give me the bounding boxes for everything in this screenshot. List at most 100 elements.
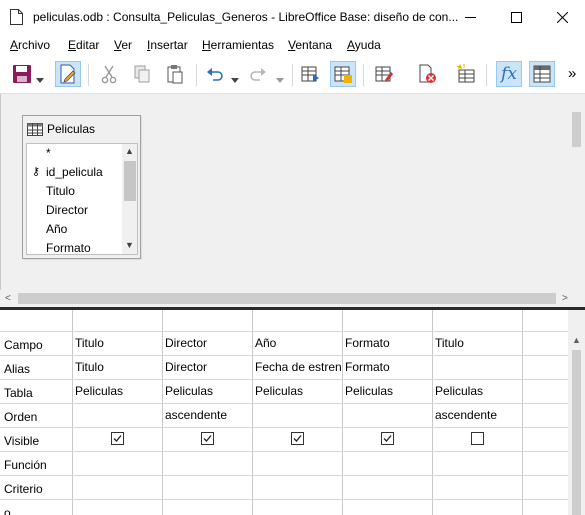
menu-archivo[interactable]: Archivo — [10, 38, 50, 52]
scrollbar-thumb[interactable] — [572, 350, 581, 515]
field-item[interactable]: Titulo — [27, 182, 122, 201]
add-table-button[interactable] — [371, 61, 397, 87]
redo-button[interactable] — [245, 61, 271, 87]
cut-button[interactable] — [96, 61, 122, 87]
cell-tabla[interactable]: Peliculas — [165, 384, 251, 398]
scrollbar-thumb[interactable] — [572, 112, 581, 147]
column-divider[interactable] — [432, 310, 433, 515]
edit-design-icon — [60, 64, 76, 84]
new-table-button[interactable] — [453, 61, 479, 87]
visible-checkbox[interactable] — [381, 432, 394, 445]
save-dropdown-arrow[interactable] — [36, 73, 44, 83]
chevron-down-icon — [36, 78, 44, 83]
table-names-icon — [533, 65, 551, 83]
menu-ayuda[interactable]: Ayuda — [347, 38, 381, 52]
cell-tabla[interactable]: Peliculas — [255, 384, 341, 398]
clear-query-button[interactable] — [330, 61, 356, 87]
functions-icon: fx — [501, 64, 517, 84]
menu-ventana[interactable]: Ventana — [288, 38, 332, 52]
toolbar-overflow-button[interactable]: » — [568, 65, 576, 82]
cell-orden[interactable]: ascendente — [435, 408, 521, 422]
undo-dropdown-arrow[interactable] — [231, 73, 239, 83]
cut-icon — [101, 65, 117, 84]
field-item[interactable]: Director — [27, 201, 122, 220]
design-area-vertical-scrollbar[interactable] — [568, 94, 585, 290]
field-item[interactable]: Año — [27, 220, 122, 239]
cell-alias[interactable]: Titulo — [75, 360, 161, 374]
scrollbar-thumb[interactable] — [124, 161, 136, 201]
visible-checkbox[interactable] — [111, 432, 124, 445]
visible-checkbox[interactable] — [291, 432, 304, 445]
undo-icon — [207, 68, 223, 81]
row-label-orden: Orden — [4, 410, 38, 424]
run-query-button[interactable] — [297, 61, 323, 87]
column-divider[interactable] — [252, 310, 253, 515]
menu-herramientas-label: erramientas — [210, 38, 275, 52]
cell-tabla[interactable]: Peliculas — [435, 384, 521, 398]
menu-insertar[interactable]: Insertar — [147, 38, 188, 52]
scrollbar-thumb[interactable] — [18, 293, 556, 304]
row-label-campo: Campo — [4, 338, 43, 352]
table-field-list[interactable]: * ⚷ id_pelicula Titulo Director Año Forma… — [26, 143, 138, 255]
toolbar-separator — [196, 64, 197, 86]
undo-button[interactable] — [202, 61, 228, 87]
redo-dropdown-arrow[interactable] — [276, 73, 284, 83]
field-item[interactable]: Formato — [27, 239, 122, 255]
run-query-icon — [301, 66, 319, 82]
paste-icon — [167, 65, 183, 84]
visible-checkbox[interactable] — [201, 432, 214, 445]
design-area-horizontal-scrollbar[interactable]: < > — [0, 290, 585, 307]
cell-alias[interactable]: Fecha de estreno — [255, 360, 341, 374]
maximize-button[interactable] — [493, 0, 539, 34]
edit-design-button[interactable] — [55, 61, 81, 87]
copy-button[interactable] — [129, 61, 155, 87]
title-bar: peliculas.odb : Consulta_Peliculas_Gener… — [0, 0, 585, 34]
cell-alias[interactable]: Formato — [345, 360, 431, 374]
column-divider[interactable] — [72, 310, 73, 515]
row-divider — [0, 403, 568, 404]
table-names-button[interactable] — [529, 61, 555, 87]
cell-orden[interactable]: ascendente — [165, 408, 251, 422]
column-divider[interactable] — [342, 310, 343, 515]
scroll-left-arrow[interactable]: < — [5, 293, 11, 304]
cell-campo[interactable]: Titulo — [435, 336, 521, 350]
functions-button[interactable]: fx — [496, 61, 522, 87]
cell-campo[interactable]: Año — [255, 336, 341, 350]
save-button[interactable] — [9, 61, 35, 87]
field-list-scrollbar[interactable]: ▲ ▼ — [122, 144, 137, 254]
scroll-up-arrow[interactable]: ▲ — [125, 146, 134, 156]
column-divider[interactable] — [522, 310, 523, 515]
delete-icon — [419, 64, 436, 83]
scroll-down-arrow[interactable]: ▼ — [125, 240, 134, 250]
menu-ver[interactable]: Ver — [114, 38, 132, 52]
cell-tabla[interactable]: Peliculas — [345, 384, 431, 398]
close-button[interactable] — [539, 0, 585, 34]
menu-editar[interactable]: Editar — [68, 38, 99, 52]
menu-herramientas[interactable]: Herramientas — [202, 38, 274, 52]
visible-checkbox[interactable] — [471, 432, 484, 445]
field-item[interactable]: ⚷ id_pelicula — [27, 163, 122, 182]
cell-tabla[interactable]: Peliculas — [75, 384, 161, 398]
row-label-alias: Alias — [4, 362, 31, 376]
cell-campo[interactable]: Titulo — [75, 336, 161, 350]
field-label: Formato — [46, 241, 91, 255]
grid-vertical-scrollbar[interactable]: ▲ — [568, 310, 585, 515]
scroll-up-arrow[interactable]: ▲ — [572, 335, 581, 345]
minimize-button[interactable] — [447, 0, 493, 34]
delete-button[interactable] — [414, 61, 440, 87]
paste-button[interactable] — [162, 61, 188, 87]
row-divider — [0, 379, 568, 380]
field-item[interactable]: * — [27, 144, 122, 163]
cell-alias[interactable]: Director — [165, 360, 251, 374]
menu-herramientas-accel: H — [202, 38, 211, 52]
cell-campo[interactable]: Formato — [345, 336, 431, 350]
close-icon — [556, 11, 568, 23]
scroll-right-arrow[interactable]: > — [562, 293, 568, 304]
cell-campo[interactable]: Director — [165, 336, 251, 350]
checkmark-icon — [113, 435, 122, 442]
clear-query-icon — [334, 66, 352, 83]
query-design-grid[interactable]: Campo Alias Tabla Orden Visible Función … — [0, 310, 568, 515]
table-window-peliculas[interactable]: Peliculas * ⚷ id_pelicula Titulo Director… — [22, 115, 141, 259]
column-divider[interactable] — [162, 310, 163, 515]
field-label: Año — [46, 222, 68, 236]
